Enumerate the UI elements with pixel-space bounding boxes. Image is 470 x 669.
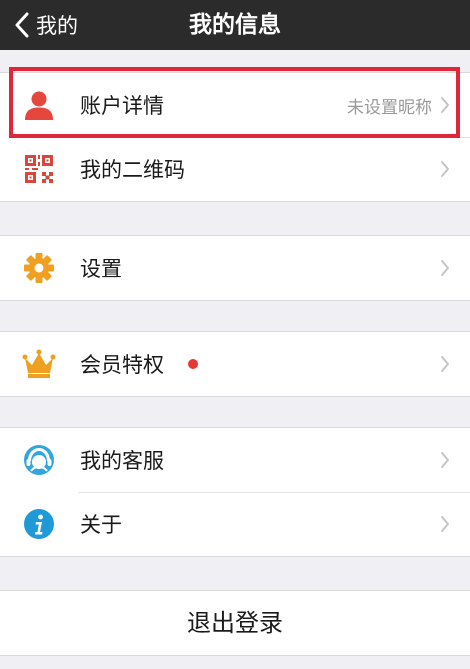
chevron-right-icon [441, 452, 449, 468]
logout-button[interactable]: 退出登录 [0, 590, 470, 656]
membership-privileges-row[interactable]: 会员特权 [0, 332, 470, 396]
account-group: 账户详情 未设置昵称 我的二维码 [0, 72, 470, 202]
account-details-label: 账户详情 [80, 94, 164, 118]
account-details-row[interactable]: 账户详情 未设置昵称 [0, 73, 470, 137]
my-qr-code-row[interactable]: 我的二维码 [0, 137, 470, 201]
gear-icon [22, 251, 56, 285]
person-icon [22, 88, 56, 122]
support-group: 我的客服 关于 [0, 427, 470, 557]
settings-label: 设置 [80, 257, 122, 281]
chevron-right-icon [441, 516, 449, 532]
crown-icon [22, 347, 56, 381]
chevron-right-icon [441, 260, 449, 276]
navigation-bar: 我的 我的信息 [0, 0, 470, 50]
settings-group: 设置 [0, 235, 470, 301]
my-qr-code-label: 我的二维码 [80, 158, 185, 182]
qr-code-icon [22, 152, 56, 186]
customer-service-row[interactable]: 我的客服 [0, 428, 470, 492]
page-title: 我的信息 [189, 12, 281, 38]
chevron-right-icon [441, 356, 449, 372]
about-row[interactable]: 关于 [0, 492, 470, 556]
chevron-right-icon [441, 97, 449, 113]
customer-service-label: 我的客服 [80, 449, 164, 473]
customer-service-icon [22, 443, 56, 477]
notification-dot [188, 359, 198, 369]
membership-privileges-label: 会员特权 [80, 353, 164, 377]
nickname-status: 未设置昵称 [347, 97, 432, 118]
chevron-right-icon [441, 161, 449, 177]
membership-group: 会员特权 [0, 331, 470, 397]
settings-row[interactable]: 设置 [0, 236, 470, 300]
info-icon [22, 507, 56, 541]
about-label: 关于 [80, 513, 122, 537]
